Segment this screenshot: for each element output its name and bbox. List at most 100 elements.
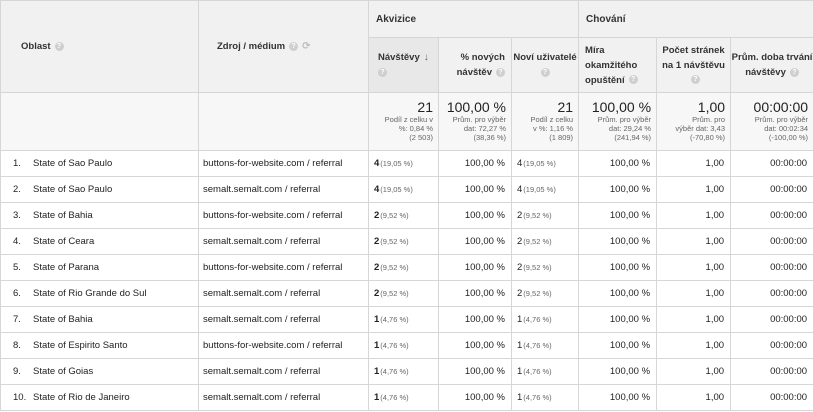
- column-header-mira[interactable]: Míra okamžitého opuštění?: [578, 37, 658, 93]
- help-icon[interactable]: ?: [628, 75, 638, 85]
- pocet-stranek-cell: 1,00: [656, 176, 732, 203]
- zdroj-cell[interactable]: semalt.semalt.com / referral: [198, 280, 369, 307]
- zdroj-cell[interactable]: buttons-for-website.com / referral: [198, 150, 369, 177]
- oblast-link[interactable]: State of Parana: [33, 262, 99, 273]
- oblast-link[interactable]: State of Espirito Santo: [33, 340, 128, 351]
- column-header-novi-uzivatele[interactable]: Noví uživatelé?: [510, 37, 580, 93]
- column-header-nove-navstevy[interactable]: % nových návštěv?: [438, 37, 512, 93]
- table-row[interactable]: 8. State of Espirito Santo buttons-for-web…: [0, 332, 813, 359]
- oblast-cell[interactable]: 1. State of Sao Paulo: [0, 150, 199, 177]
- zdroj-link[interactable]: semalt.semalt.com / referral: [203, 236, 320, 247]
- help-icon[interactable]: ?: [540, 67, 550, 77]
- oblast-cell[interactable]: 10. State of Rio de Janeiro: [0, 384, 199, 411]
- mira-cell: 100,00 %: [578, 254, 658, 281]
- oblast-cell[interactable]: 9. State of Goias: [0, 358, 199, 385]
- navstevy-cell: 1(4,76 %): [368, 358, 439, 385]
- doba-cell: 00:00:00: [730, 384, 813, 411]
- column-header-doba[interactable]: Prům. doba trvání návštěvy?: [730, 37, 813, 93]
- pocet-stranek-cell: 1,00: [656, 254, 732, 281]
- doba-cell: 00:00:00: [730, 358, 813, 385]
- help-icon[interactable]: ?: [289, 41, 299, 51]
- nove-navstevy-cell: 100,00 %: [438, 280, 512, 307]
- zdroj-cell[interactable]: buttons-for-website.com / referral: [198, 202, 369, 229]
- oblast-link[interactable]: State of Sao Paulo: [33, 184, 112, 195]
- help-icon[interactable]: ?: [378, 67, 387, 77]
- total-mira: 100,00 % Prům. pro výběr dat: 29,24 % (2…: [578, 92, 658, 151]
- nove-navstevy-cell: 100,00 %: [438, 176, 512, 203]
- oblast-cell[interactable]: 4. State of Ceara: [0, 228, 199, 255]
- zdroj-link[interactable]: semalt.semalt.com / referral: [203, 184, 320, 195]
- zdroj-cell[interactable]: buttons-for-website.com / referral: [198, 332, 369, 359]
- nove-navstevy-cell: 100,00 %: [438, 306, 512, 333]
- zdroj-link[interactable]: buttons-for-website.com / referral: [203, 262, 342, 273]
- zdroj-link[interactable]: buttons-for-website.com / referral: [203, 210, 342, 221]
- zdroj-cell[interactable]: semalt.semalt.com / referral: [198, 176, 369, 203]
- zdroj-cell[interactable]: buttons-for-website.com / referral: [198, 254, 369, 281]
- help-icon[interactable]: ?: [496, 67, 505, 77]
- table-row[interactable]: 2. State of Sao Paulo semalt.semalt.com / …: [0, 176, 813, 203]
- table-row[interactable]: 9. State of Goias semalt.semalt.com / refe…: [0, 358, 813, 385]
- mira-cell: 100,00 %: [578, 176, 658, 203]
- oblast-link[interactable]: State of Ceara: [33, 236, 94, 247]
- novi-uzivatele-cell: 2(9,52 %): [510, 280, 580, 307]
- oblast-link[interactable]: State of Bahia: [33, 314, 93, 325]
- zdroj-link[interactable]: buttons-for-website.com / referral: [203, 158, 342, 169]
- table-row[interactable]: 3. State of Bahia buttons-for-website.com …: [0, 202, 813, 229]
- navstevy-cell: 2(9,52 %): [368, 254, 439, 281]
- oblast-cell[interactable]: 3. State of Bahia: [0, 202, 199, 229]
- mira-cell: 100,00 %: [578, 280, 658, 307]
- settings-icon[interactable]: ⟳: [302, 41, 310, 52]
- zdroj-cell[interactable]: semalt.semalt.com / referral: [198, 228, 369, 255]
- mira-cell: 100,00 %: [578, 150, 658, 177]
- oblast-link[interactable]: State of Goias: [33, 366, 93, 377]
- help-icon[interactable]: ?: [54, 41, 64, 51]
- doba-cell: 00:00:00: [730, 280, 813, 307]
- zdroj-cell[interactable]: semalt.semalt.com / referral: [198, 358, 369, 385]
- oblast-link[interactable]: State of Bahia: [33, 210, 93, 221]
- table-row[interactable]: 5. State of Parana buttons-for-website.com…: [0, 254, 813, 281]
- navstevy-cell: 1(4,76 %): [368, 384, 439, 411]
- pocet-stranek-cell: 1,00: [656, 228, 732, 255]
- column-header-zdroj[interactable]: Zdroj / médium? ⟳: [198, 0, 369, 93]
- zdroj-link[interactable]: semalt.semalt.com / referral: [203, 314, 320, 325]
- zdroj-cell[interactable]: semalt.semalt.com / referral: [198, 384, 369, 411]
- zdroj-cell[interactable]: semalt.semalt.com / referral: [198, 306, 369, 333]
- help-icon[interactable]: ?: [789, 67, 799, 77]
- nove-navstevy-cell: 100,00 %: [438, 358, 512, 385]
- column-header-oblast[interactable]: Oblast?: [0, 0, 199, 93]
- oblast-cell[interactable]: 5. State of Parana: [0, 254, 199, 281]
- column-header-pocet-stranek[interactable]: Počet stránek na 1 návštěvu?: [656, 37, 732, 93]
- oblast-link[interactable]: State of Rio Grande do Sul: [33, 288, 147, 299]
- zdroj-link[interactable]: buttons-for-website.com / referral: [203, 340, 342, 351]
- nove-navstevy-cell: 100,00 %: [438, 332, 512, 359]
- help-icon[interactable]: ?: [691, 75, 701, 85]
- sort-down-icon[interactable]: ↓: [424, 52, 429, 63]
- doba-cell: 00:00:00: [730, 332, 813, 359]
- oblast-cell[interactable]: 7. State of Bahia: [0, 306, 199, 333]
- mira-cell: 100,00 %: [578, 332, 658, 359]
- table-row[interactable]: 7. State of Bahia semalt.semalt.com / refe…: [0, 306, 813, 333]
- novi-uzivatele-cell: 1(4,76 %): [510, 358, 580, 385]
- zdroj-link[interactable]: semalt.semalt.com / referral: [203, 366, 320, 377]
- oblast-cell[interactable]: 6. State of Rio Grande do Sul: [0, 280, 199, 307]
- total-doba: 00:00:00 Prům. pro výběr dat: 00:02:34 (…: [730, 92, 813, 151]
- zdroj-link[interactable]: semalt.semalt.com / referral: [203, 288, 320, 299]
- mira-cell: 100,00 %: [578, 228, 658, 255]
- novi-uzivatele-cell: 2(9,52 %): [510, 228, 580, 255]
- oblast-cell[interactable]: 2. State of Sao Paulo: [0, 176, 199, 203]
- oblast-link[interactable]: State of Rio de Janeiro: [33, 392, 130, 403]
- total-novi-uzivatele: 21 Podíl z celku v %: 1,16 % (1 809): [510, 92, 580, 151]
- navstevy-cell: 4(19,05 %): [368, 150, 439, 177]
- table-row[interactable]: 1. State of Sao Paulo buttons-for-website.…: [0, 150, 813, 177]
- zdroj-link[interactable]: semalt.semalt.com / referral: [203, 392, 320, 403]
- table-row[interactable]: 6. State of Rio Grande do Sul semalt.semal…: [0, 280, 813, 307]
- novi-uzivatele-cell: 4(19,05 %): [510, 176, 580, 203]
- doba-cell: 00:00:00: [730, 228, 813, 255]
- total-nove-navstevy: 100,00 % Prům. pro výběr dat: 72,27 % (3…: [438, 92, 512, 151]
- novi-uzivatele-cell: 1(4,76 %): [510, 384, 580, 411]
- column-header-navstevy[interactable]: Návštěvy ↓?: [368, 37, 439, 93]
- table-row[interactable]: 4. State of Ceara semalt.semalt.com / refe…: [0, 228, 813, 255]
- table-row[interactable]: 10. State of Rio de Janeiro semalt.semalt.…: [0, 384, 813, 411]
- oblast-link[interactable]: State of Sao Paulo: [33, 158, 112, 169]
- oblast-cell[interactable]: 8. State of Espirito Santo: [0, 332, 199, 359]
